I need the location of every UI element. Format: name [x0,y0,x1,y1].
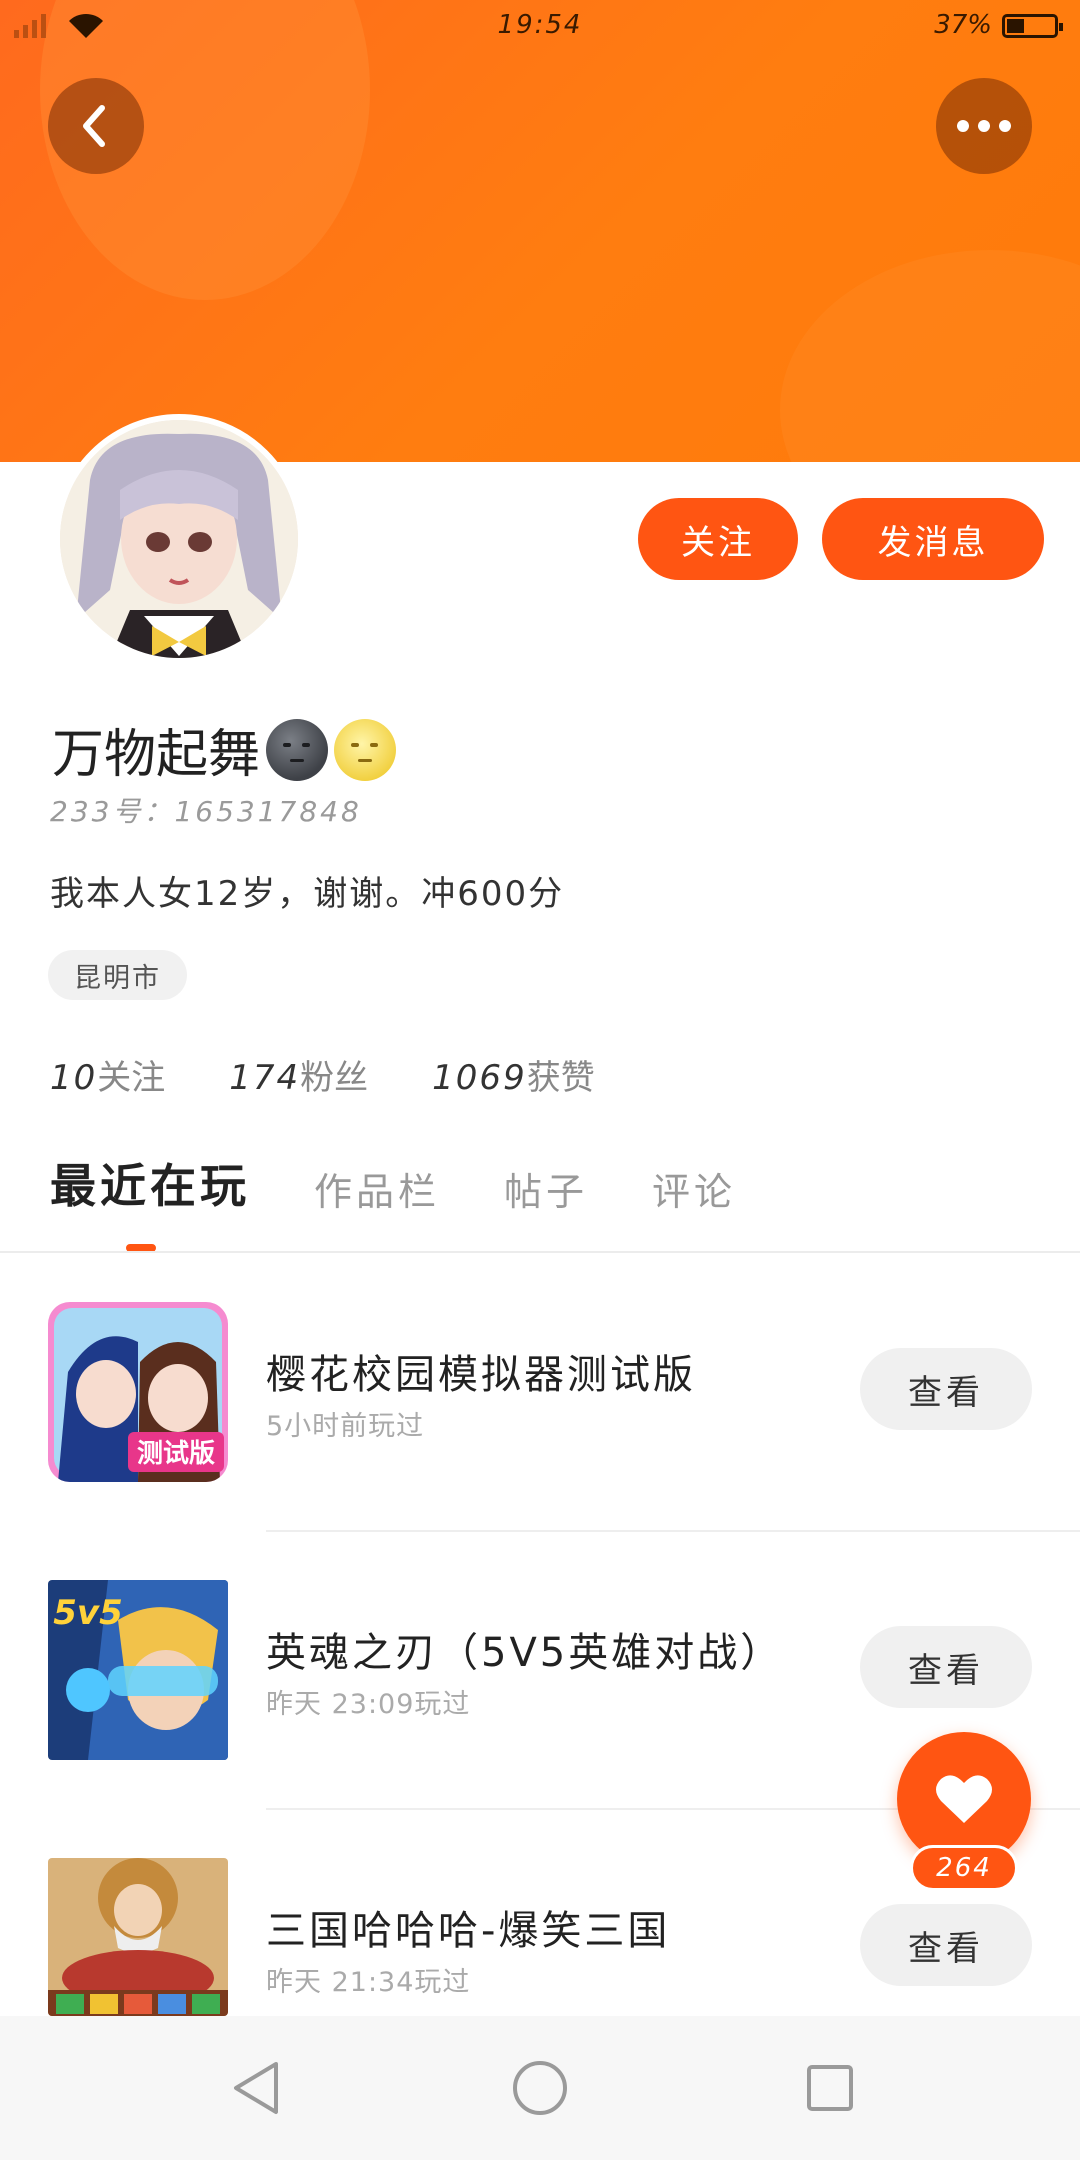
game-title: 英魂之刃（5V5英雄对战） [266,1630,784,1676]
system-nav-bar [0,2016,1080,2160]
game-icon-label: 5v5 [53,1593,122,1633]
username-row: 万物起舞 [52,712,397,787]
new-moon-face-icon [266,718,329,781]
status-time: 19:54 [497,10,583,40]
tab-recently-played[interactable]: 最近在玩 [50,1150,250,1216]
circle-home-icon [513,2061,567,2115]
user-bio: 我本人女12岁，谢谢。冲600分 [50,874,565,914]
battery-icon [1002,14,1063,38]
nav-recents-button[interactable] [798,2056,862,2120]
tab-works[interactable]: 作品栏 [314,1161,440,1216]
list-item[interactable]: 测试版 樱花校园模拟器测试版 5小时前玩过 查看 [0,1302,1080,1502]
tab-posts[interactable]: 帖子 [504,1161,588,1216]
heart-icon [936,1775,992,1823]
more-button[interactable] [936,78,1032,174]
stat-followers[interactable]: 174粉丝 [229,1050,368,1099]
square-recents-icon [807,2065,853,2111]
game-title: 樱花校园模拟器测试版 [266,1352,696,1398]
stat-following[interactable]: 10关注 [50,1050,165,1099]
nav-home-button[interactable] [508,2056,572,2120]
avatar[interactable] [54,414,304,664]
game-icon [48,1858,228,2016]
profile-stats: 10关注 174粉丝 1069获赞 [50,1050,595,1099]
like-count-badge: 264 [910,1845,1018,1891]
nav-back-button[interactable] [224,2056,288,2120]
played-time: 昨天 23:09玩过 [266,1689,471,1720]
full-moon-face-icon [334,718,397,781]
username: 万物起舞 [52,725,261,785]
follow-button[interactable]: 关注 [638,498,798,580]
status-bar: 19:54 37% [0,0,1080,52]
back-button[interactable] [48,78,144,174]
triangle-back-icon [234,2062,278,2114]
game-icon: 5v5 [48,1580,228,1760]
game-icon-label: 测试版 [137,1439,215,1469]
user-id: 233号：165317848 [50,795,362,828]
played-time: 5小时前玩过 [266,1411,425,1442]
game-icon: 测试版 [48,1302,228,1482]
send-message-button[interactable]: 发消息 [822,498,1044,580]
view-button[interactable]: 查看 [860,1348,1032,1430]
banner-decoration [780,250,1080,462]
profile-banner [0,0,1080,462]
stat-likes[interactable]: 1069获赞 [432,1050,595,1099]
location-tag: 昆明市 [48,950,187,1000]
divider [0,1251,1080,1253]
tab-comments[interactable]: 评论 [652,1161,736,1216]
game-title: 三国哈哈哈-爆笑三国 [266,1908,671,1954]
chevron-left-icon [83,105,105,147]
more-dots-icon [957,120,1011,132]
divider [266,1530,1080,1532]
view-button[interactable]: 查看 [860,1626,1032,1708]
view-button[interactable]: 查看 [860,1904,1032,1986]
profile-tabs: 最近在玩 作品栏 帖子 评论 [50,1150,800,1216]
played-time: 昨天 21:34玩过 [266,1967,471,1998]
battery-percent: 37% [934,10,992,40]
